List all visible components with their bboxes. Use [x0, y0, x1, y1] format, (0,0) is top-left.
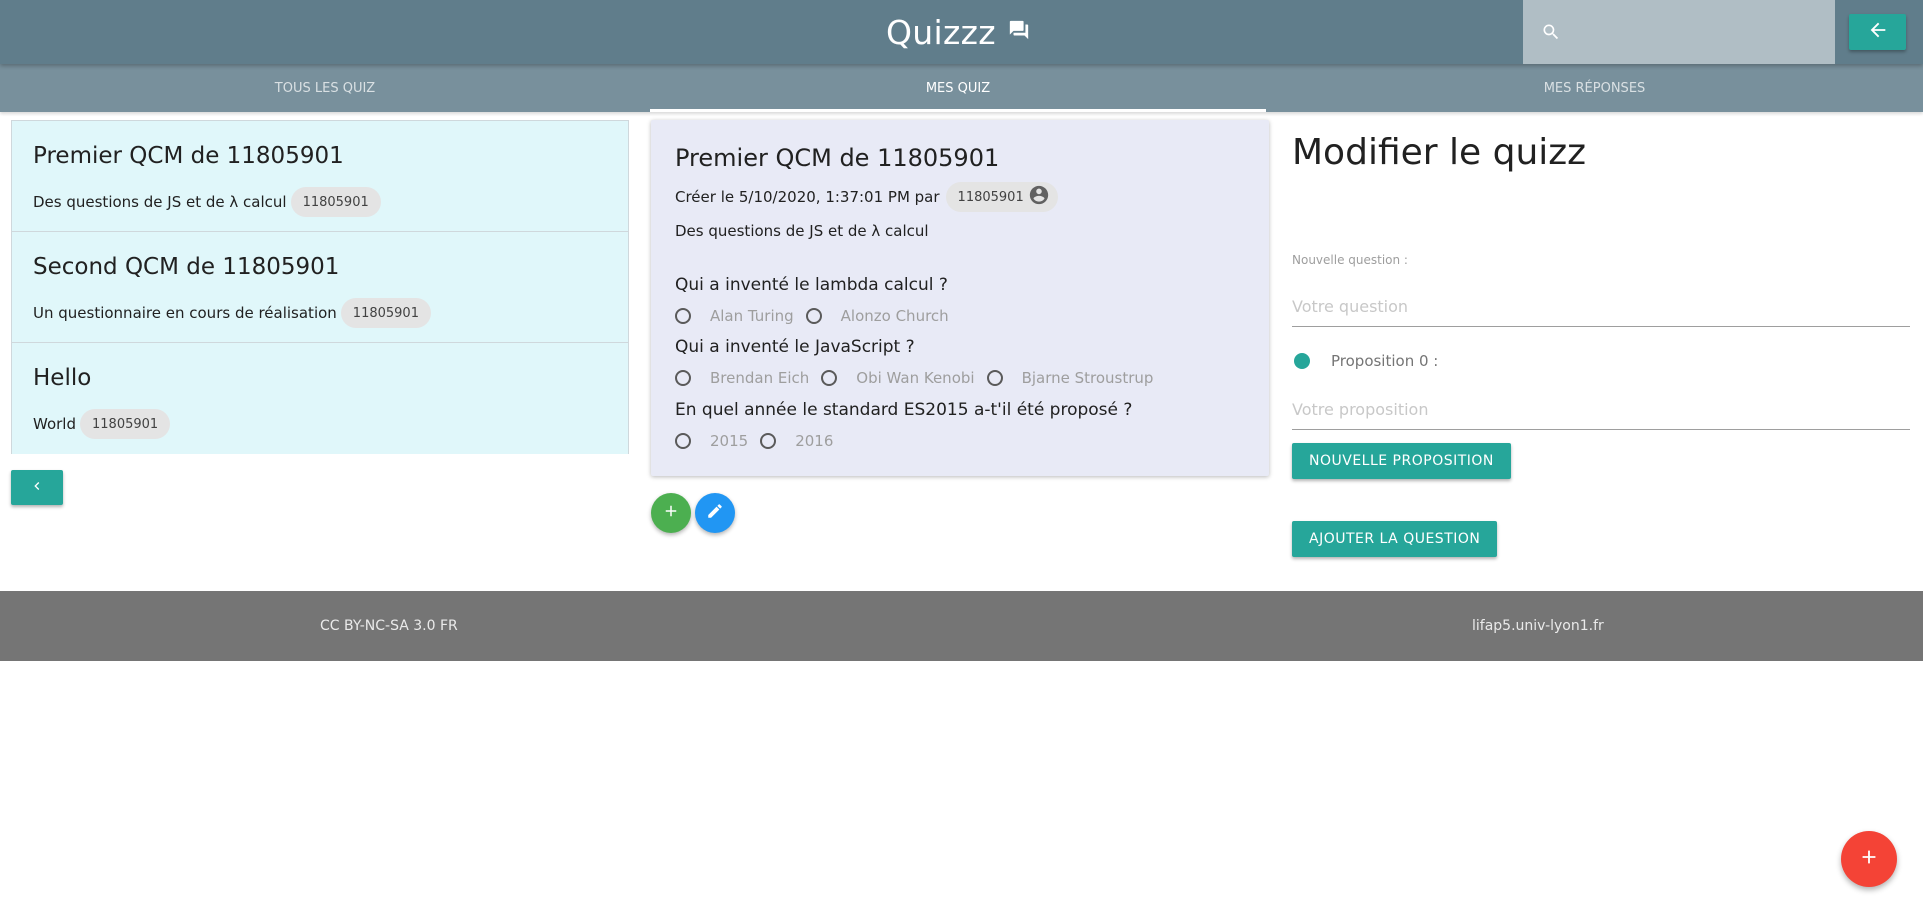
radio-button[interactable] [805, 308, 822, 324]
quiz-title: Hello [33, 365, 92, 391]
proposition-label: Proposition 0 : [1331, 352, 1439, 370]
option-label: Alonzo Church [840, 307, 949, 325]
question-options: Brendan Eich Obi Wan Kenobi Bjarne Strou… [675, 367, 1255, 389]
radio-button[interactable] [821, 370, 838, 386]
created-text: Créer le 5/10/2020, 1:37:01 PM par [675, 188, 940, 206]
back-button[interactable] [1849, 14, 1906, 50]
app-title: Quizzz [886, 12, 996, 52]
option-label: 2016 [795, 432, 834, 450]
answer-option[interactable]: Alonzo Church [805, 307, 949, 325]
question-field-label: Nouvelle question : [1292, 253, 1408, 267]
answer-option[interactable]: Brendan Eich [675, 369, 809, 387]
quiz-description: Un questionnaire en cours de réalisation [33, 304, 337, 322]
question-input[interactable] [1292, 287, 1910, 327]
quiz-description-row: World 11805901 [33, 409, 171, 439]
question-block: En quel année le standard ES2015 a-t'il … [675, 400, 1255, 452]
answer-option[interactable]: Bjarne Stroustrup [986, 369, 1154, 387]
add-question-button[interactable]: AJOUTER LA QUESTION [1292, 521, 1498, 557]
quiz-description-row: Un questionnaire en cours de réalisation… [33, 298, 431, 328]
owner-chip: 11805901 [340, 298, 431, 328]
quiz-list: Premier QCM de 11805901 Des questions de… [11, 120, 629, 454]
list-item[interactable]: Hello World 11805901 [12, 343, 628, 454]
owner-chip: 11805901 [290, 187, 381, 217]
previous-page-button[interactable] [11, 470, 63, 505]
question-options: 2015 2016 [675, 430, 1255, 452]
question-block: Qui a inventé le lambda calcul ? Alan Tu… [675, 275, 1255, 327]
forum-icon [1008, 19, 1030, 45]
option-label: Obi Wan Kenobi [856, 369, 975, 387]
quiz-description: Des questions de JS et de λ calcul [33, 193, 287, 211]
new-proposition-button[interactable]: NOUVELLE PROPOSITION [1292, 443, 1511, 479]
site-link[interactable]: lifap5.univ-lyon1.fr [1472, 618, 1604, 634]
list-item[interactable]: Second QCM de 11805901 Un questionnaire … [12, 232, 628, 343]
tab-all-quizzes[interactable]: TOUS LES QUIZ [0, 64, 650, 112]
app-brand: Quizzz [886, 10, 1030, 54]
search-icon [1541, 22, 1561, 42]
account-circle-icon [1028, 184, 1050, 210]
license-text: CC BY-NC-SA 3.0 FR [320, 618, 458, 634]
tab-my-answers[interactable]: MES RÉPONSES [1266, 64, 1923, 112]
answer-option[interactable]: Obi Wan Kenobi [821, 369, 975, 387]
radio-button[interactable] [675, 370, 691, 386]
question-text: Qui a inventé le JavaScript ? [675, 337, 915, 357]
radio-button[interactable] [675, 433, 691, 449]
radio-button[interactable] [675, 308, 691, 324]
detail-description: Des questions de JS et de λ calcul [675, 222, 929, 240]
tab-my-quizzes[interactable]: MES QUIZ [650, 64, 1266, 112]
tab-bar: TOUS LES QUIZ MES QUIZ MES RÉPONSES [0, 64, 1923, 112]
radio-button[interactable] [760, 433, 777, 449]
quiz-description-row: Des questions de JS et de λ calcul 11805… [33, 187, 381, 217]
add-question-fab[interactable] [651, 493, 691, 533]
search-input[interactable] [1571, 14, 1821, 50]
list-item[interactable]: Premier QCM de 11805901 Des questions de… [12, 121, 628, 232]
owner-chip: 11805901 [80, 409, 171, 439]
edit-quiz-fab[interactable] [695, 493, 735, 533]
question-text: En quel année le standard ES2015 a-t'il … [675, 400, 1133, 420]
active-tab-indicator [650, 109, 1266, 112]
owner-chip: 11805901 [945, 182, 1058, 212]
quiz-detail-card: Premier QCM de 11805901 Créer le 5/10/20… [651, 120, 1269, 476]
app-header: Quizzz [0, 0, 1923, 64]
answer-option[interactable]: Alan Turing [675, 307, 794, 325]
answer-option[interactable]: 2015 [675, 432, 748, 450]
created-row: Créer le 5/10/2020, 1:37:01 PM par 11805… [675, 182, 1058, 212]
radio-button[interactable] [986, 370, 1003, 386]
proposition-input[interactable] [1292, 390, 1910, 430]
proposition-row[interactable]: Proposition 0 : [1294, 352, 1438, 370]
question-text: Qui a inventé le lambda calcul ? [675, 275, 948, 295]
option-label: Brendan Eich [710, 369, 810, 387]
pencil-icon [706, 502, 724, 524]
plus-icon [1858, 846, 1880, 872]
page-footer: CC BY-NC-SA 3.0 FR lifap5.univ-lyon1.fr [0, 591, 1923, 661]
add-quiz-fab[interactable] [1841, 831, 1897, 887]
option-label: Bjarne Stroustrup [1021, 369, 1154, 387]
detail-title: Premier QCM de 11805901 [675, 144, 1000, 172]
quiz-description: World [33, 415, 76, 433]
plus-icon [662, 502, 680, 524]
proposition-radio[interactable] [1294, 353, 1310, 369]
search-box[interactable] [1523, 0, 1835, 64]
editor-title: Modifier le quizz [1292, 132, 1587, 173]
question-block: Qui a inventé le JavaScript ? Brendan Ei… [675, 337, 1255, 389]
quiz-title: Second QCM de 11805901 [33, 254, 340, 280]
arrow-back-icon [1867, 19, 1889, 45]
chevron-left-icon [29, 478, 45, 498]
option-label: Alan Turing [710, 307, 794, 325]
answer-option[interactable]: 2016 [760, 432, 833, 450]
option-label: 2015 [710, 432, 749, 450]
question-options: Alan Turing Alonzo Church [675, 305, 1255, 327]
owner-id: 11805901 [957, 189, 1024, 205]
quiz-title: Premier QCM de 11805901 [33, 143, 344, 169]
